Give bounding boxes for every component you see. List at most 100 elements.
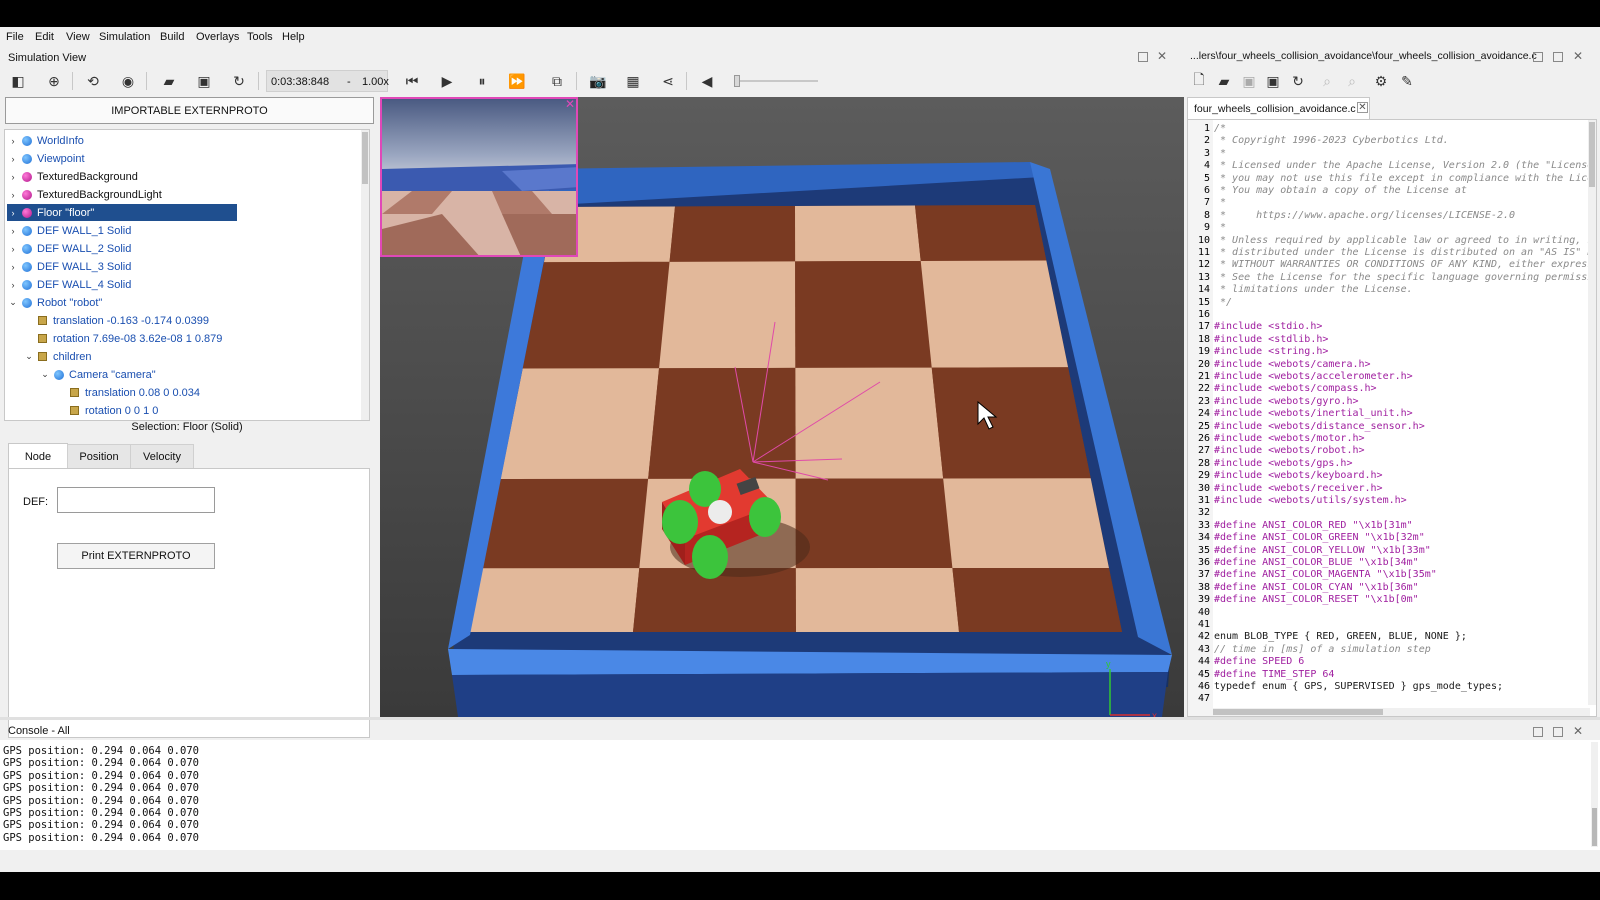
- scene-tree-scrollbar[interactable]: [361, 130, 369, 420]
- close-overlay-icon[interactable]: ✕: [565, 99, 575, 111]
- tree-node[interactable]: › DEF WALL_2 Solid: [7, 240, 132, 257]
- save-world-icon[interactable]: ▣: [192, 69, 216, 93]
- tree-node[interactable]: › DEF WALL_3 Solid: [7, 258, 132, 275]
- editor-vscrollbar[interactable]: [1588, 120, 1596, 705]
- tree-node[interactable]: › Floor "floor": [7, 204, 237, 221]
- tree-node[interactable]: › DEF WALL_4 Solid: [7, 276, 132, 293]
- open-file-icon[interactable]: ▰: [1212, 69, 1236, 93]
- console-float-icon[interactable]: [1533, 727, 1543, 737]
- play-icon[interactable]: ▶: [435, 69, 459, 93]
- tree-node[interactable]: rotation 7.69e-08 3.62e-08 1 0.879: [23, 330, 222, 347]
- pause-icon[interactable]: ⏸: [470, 69, 494, 93]
- print-externproto-button[interactable]: Print EXTERNPROTO: [57, 543, 215, 569]
- record-movie-icon[interactable]: ▦: [621, 69, 645, 93]
- replace-icon[interactable]: ⌕: [1340, 69, 1364, 93]
- tree-node[interactable]: › TexturedBackground: [7, 168, 138, 185]
- code-editor[interactable]: 1/* 2 * Copyright 1996-2023 Cyberbotics L…: [1187, 119, 1597, 717]
- tree-node[interactable]: ⌄ Robot "robot": [7, 294, 102, 311]
- add-node-icon[interactable]: ⊕: [42, 69, 66, 93]
- float-panel-icon[interactable]: [1138, 52, 1148, 62]
- line-number: 12: [1197, 259, 1210, 271]
- editor-tab-close-icon[interactable]: ✕: [1357, 102, 1368, 113]
- save-all-icon[interactable]: ▣: [1261, 69, 1285, 93]
- screenshot-camera-icon[interactable]: 📷: [586, 69, 610, 93]
- render-toggle-icon[interactable]: ⧉: [545, 69, 569, 93]
- code-text: #define ANSI_COLOR_RESET "\x1b[0m": [1214, 594, 1419, 606]
- editor-hscrollbar[interactable]: [1213, 708, 1590, 716]
- open-world-icon[interactable]: ▰: [157, 69, 181, 93]
- code-text: *: [1214, 197, 1227, 209]
- console-scrollbar[interactable]: [1591, 742, 1598, 847]
- close-panel-icon[interactable]: ✕: [1157, 49, 1167, 63]
- clean-brush-icon[interactable]: ✎: [1395, 69, 1419, 93]
- tree-node[interactable]: › Viewpoint: [7, 150, 85, 167]
- tab-node[interactable]: Node: [8, 443, 68, 469]
- code-line: 29 #include <webots/keyboard.h>: [1188, 470, 1383, 482]
- tree-node[interactable]: › TexturedBackgroundLight: [7, 186, 162, 203]
- toggle-scene-tree-icon[interactable]: ◧: [6, 69, 30, 93]
- menu-view[interactable]: View: [66, 31, 90, 43]
- line-number: 27: [1197, 445, 1210, 457]
- expand-arrow-icon[interactable]: ⌄: [7, 297, 19, 308]
- menu-simulation[interactable]: Simulation: [99, 31, 150, 43]
- console-maximize-icon[interactable]: [1553, 727, 1563, 737]
- tree-node-label: TexturedBackground: [37, 170, 138, 183]
- new-file-icon[interactable]: 🗋: [1187, 69, 1211, 93]
- reload-world-icon[interactable]: ⟲: [81, 69, 105, 93]
- tree-node[interactable]: › DEF WALL_1 Solid: [7, 222, 132, 239]
- save-file-icon[interactable]: ▣: [1237, 69, 1261, 93]
- volume-icon[interactable]: ◀: [695, 69, 719, 93]
- fast-forward-icon[interactable]: ⏩: [505, 69, 529, 93]
- code-line: 27 #include <webots/robot.h>: [1188, 445, 1365, 457]
- code-line: 41: [1188, 619, 1214, 631]
- editor-maximize-icon[interactable]: [1553, 52, 1563, 62]
- importable-externproto-button[interactable]: IMPORTABLE EXTERNPROTO: [5, 97, 374, 124]
- expand-arrow-icon[interactable]: ›: [7, 244, 19, 254]
- expand-arrow-icon[interactable]: ›: [7, 154, 19, 164]
- code-text: // time in [ms] of a simulation step: [1214, 643, 1431, 655]
- tree-node[interactable]: translation -0.163 -0.174 0.0399: [23, 312, 209, 329]
- revert-file-icon[interactable]: ↻: [1286, 69, 1310, 93]
- reset-simulation-icon[interactable]: ↻: [227, 69, 251, 93]
- menu-build[interactable]: Build: [160, 31, 184, 43]
- find-icon[interactable]: ⌕: [1315, 69, 1339, 93]
- tree-node[interactable]: rotation 0 0 1 0: [55, 402, 158, 419]
- editor-float-icon[interactable]: [1533, 52, 1543, 62]
- share-icon[interactable]: ⋖: [656, 69, 680, 93]
- tree-node[interactable]: › WorldInfo: [7, 132, 84, 149]
- tree-node[interactable]: ⌄ children: [23, 348, 91, 365]
- step-back-icon[interactable]: ⏮: [400, 69, 424, 93]
- expand-arrow-icon[interactable]: ›: [7, 226, 19, 236]
- menu-tools[interactable]: Tools: [247, 31, 273, 43]
- editor-close-icon[interactable]: ✕: [1573, 49, 1583, 63]
- code-text: enum BLOB_TYPE { RED, GREEN, BLUE, NONE …: [1214, 631, 1467, 643]
- expand-arrow-icon[interactable]: ›: [7, 208, 19, 218]
- menu-file[interactable]: File: [6, 31, 24, 43]
- menu-overlays[interactable]: Overlays: [196, 31, 239, 43]
- tree-node[interactable]: ⌄ Camera "camera": [39, 366, 155, 383]
- expand-arrow-icon[interactable]: ›: [7, 172, 19, 182]
- console-output[interactable]: GPS position: 0.294 0.064 0.070 GPS posit…: [0, 740, 1600, 850]
- expand-arrow-icon[interactable]: ⌄: [39, 369, 51, 380]
- tab-position[interactable]: Position: [67, 444, 131, 470]
- view-eye-icon[interactable]: ◉: [116, 69, 140, 93]
- expand-arrow-icon[interactable]: ⌄: [23, 351, 35, 362]
- expand-arrow-icon[interactable]: ›: [7, 136, 19, 146]
- def-input[interactable]: [57, 487, 215, 513]
- expand-arrow-icon[interactable]: ›: [7, 190, 19, 200]
- camera-overlay[interactable]: ✕: [380, 97, 578, 257]
- volume-slider[interactable]: [734, 75, 818, 87]
- build-gear-icon[interactable]: ⚙: [1369, 69, 1393, 93]
- tab-velocity[interactable]: Velocity: [130, 444, 194, 470]
- console-close-icon[interactable]: ✕: [1573, 724, 1583, 738]
- 3d-viewport[interactable]: x y ✕: [380, 97, 1184, 717]
- line-number: 26: [1197, 433, 1210, 444]
- expand-arrow-icon[interactable]: ›: [7, 262, 19, 272]
- line-number: 4: [1203, 160, 1210, 172]
- tree-node[interactable]: translation 0.08 0 0.034: [55, 384, 200, 401]
- menu-help[interactable]: Help: [282, 31, 305, 43]
- menu-edit[interactable]: Edit: [35, 31, 54, 43]
- editor-tab[interactable]: four_wheels_collision_avoidance.c ✕: [1187, 97, 1370, 119]
- volume-slider-handle[interactable]: [734, 75, 740, 87]
- expand-arrow-icon[interactable]: ›: [7, 280, 19, 290]
